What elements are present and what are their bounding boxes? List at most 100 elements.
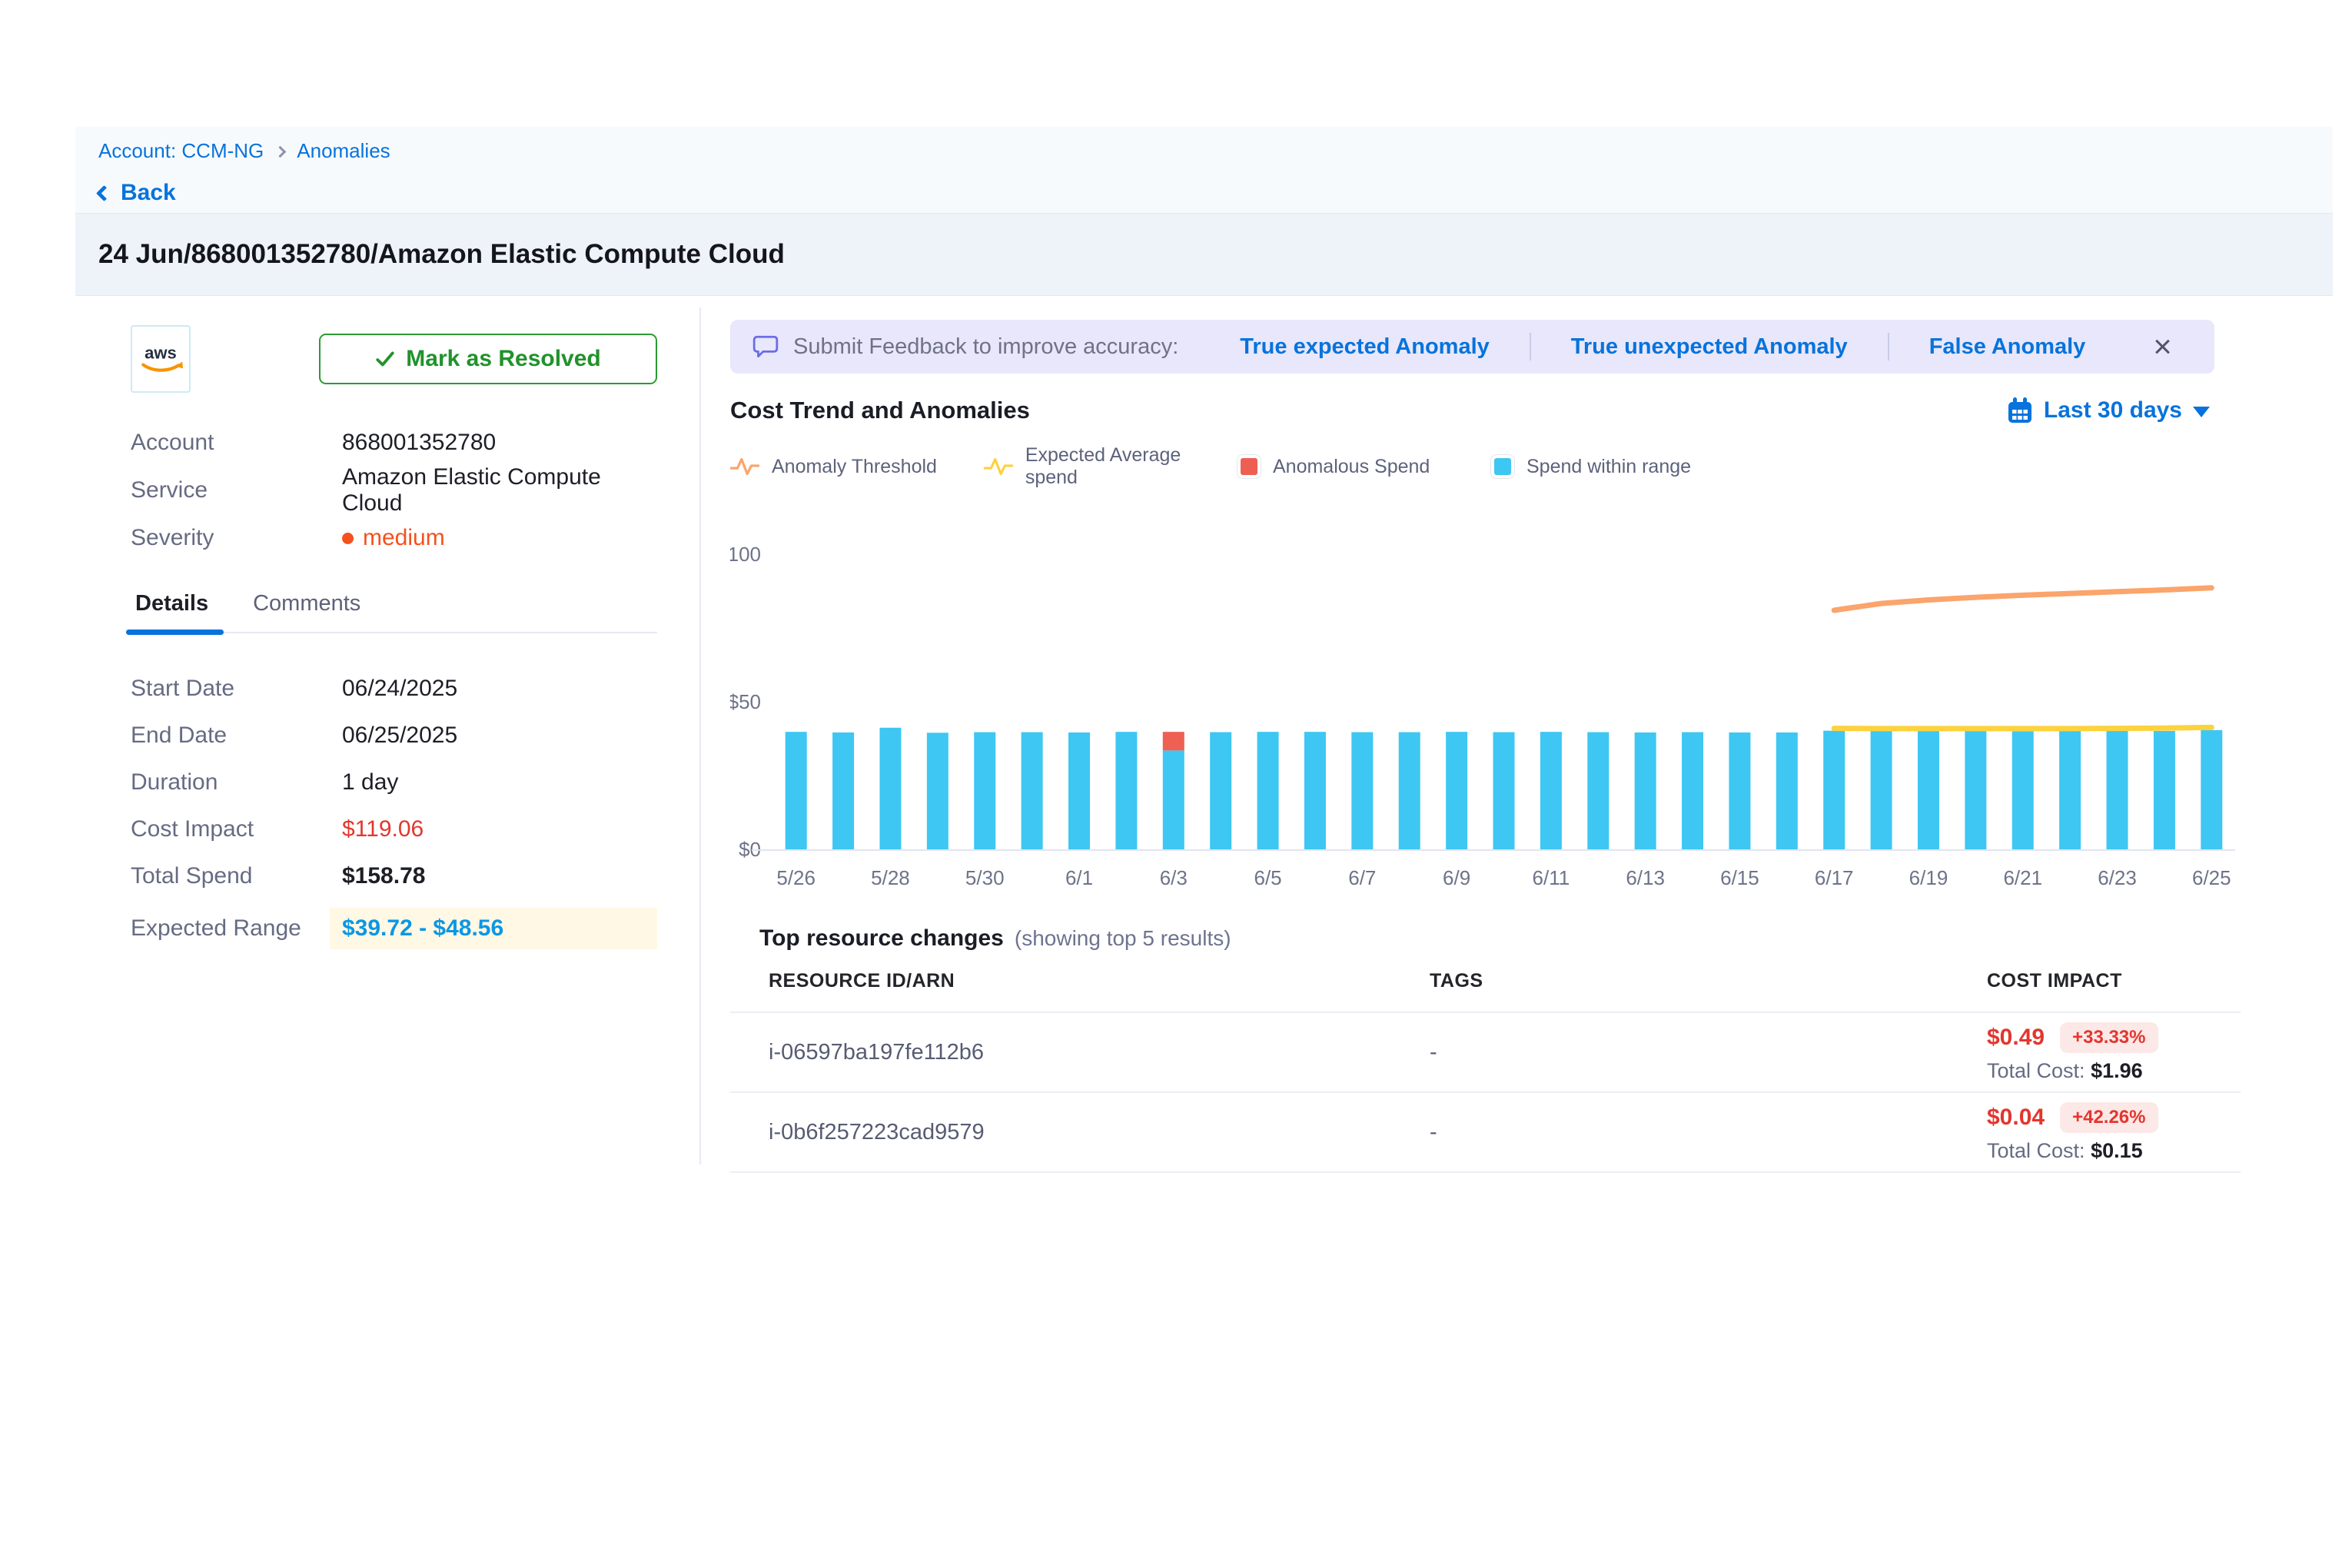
tags-value: - (1430, 1040, 1987, 1065)
svg-text:aws: aws (145, 343, 177, 362)
resource-id: i-06597ba197fe112b6 (769, 1040, 1430, 1065)
tags-value: - (1430, 1120, 1987, 1145)
date-range-label: Last 30 days (2044, 397, 2182, 424)
feedback-bar: Submit Feedback to improve accuracy: Tru… (730, 320, 2214, 374)
chart-title: Cost Trend and Anomalies (730, 397, 1030, 424)
aws-logo-icon: aws (137, 337, 184, 380)
chevron-down-icon (2193, 407, 2210, 417)
page-header: Account: CCM-NG Anomalies Back (75, 127, 2333, 213)
svg-text:6/15: 6/15 (1720, 866, 1759, 889)
back-label: Back (121, 180, 176, 206)
cost-impact-cell: $0.04 +42.26% Total Cost: $0.15 (1987, 1102, 2241, 1163)
impact-amount: $0.49 (1987, 1025, 2045, 1051)
column-header-resource: RESOURCE ID/ARN (769, 970, 1430, 992)
chart-legend: Anomaly Threshold Expected Average spend… (730, 444, 2241, 489)
breadcrumb-account-link[interactable]: Account: CCM-NG (98, 139, 264, 163)
close-icon[interactable]: × (2153, 331, 2172, 363)
svg-text:6/23: 6/23 (2098, 866, 2137, 889)
severity-dot-icon (342, 533, 354, 544)
svg-text:6/1: 6/1 (1065, 866, 1093, 889)
aws-provider-logo: aws (131, 325, 191, 393)
page-title: 24 Jun/868001352780/Amazon Elastic Compu… (98, 239, 785, 270)
top-resource-changes-section: Top resource changes (showing top 5 resu… (730, 925, 2241, 1173)
expected-range-value: $39.72 - $48.56 (330, 908, 657, 949)
svg-text:$50: $50 (730, 690, 761, 713)
tab-details[interactable]: Details (131, 591, 213, 632)
account-row: Account 868001352780 (131, 419, 657, 467)
duration-row: Duration 1 day (131, 767, 657, 798)
total-cost-value: $0.15 (2091, 1139, 2143, 1162)
tab-comments[interactable]: Comments (248, 591, 365, 632)
account-label: Account (131, 430, 342, 456)
cost-impact-cell: $0.49 +33.33% Total Cost: $1.96 (1987, 1022, 2241, 1083)
start-date-value: 06/24/2025 (342, 676, 457, 702)
back-button[interactable]: Back (98, 180, 2333, 206)
table-title: Top resource changes (759, 925, 1004, 952)
resolve-button-label: Mark as Resolved (406, 346, 600, 372)
total-cost-value: $1.96 (2091, 1059, 2143, 1082)
chart-header: Cost Trend and Anomalies Last 30 days (730, 397, 2241, 424)
severity-label: Severity (131, 525, 342, 551)
end-date-row: End Date 06/25/2025 (131, 720, 657, 751)
svg-text:6/17: 6/17 (1815, 866, 1854, 889)
table-header-row: RESOURCE ID/ARN TAGS COST IMPACT (730, 970, 2241, 1013)
service-value: Amazon Elastic Compute Cloud (342, 464, 657, 517)
svg-text:6/7: 6/7 (1348, 866, 1376, 889)
cost-impact-value: $119.06 (342, 816, 424, 842)
mark-as-resolved-button[interactable]: Mark as Resolved (319, 334, 657, 384)
anomaly-detail-page: Account: CCM-NG Anomalies Back 24 Jun/86… (0, 0, 2352, 1568)
anomaly-detail-main: Submit Feedback to improve accuracy: Tru… (730, 320, 2241, 1173)
table-subtitle: (showing top 5 results) (1015, 926, 1231, 951)
title-bar: 24 Jun/868001352780/Amazon Elastic Compu… (75, 213, 2333, 296)
expected-range-row: Expected Range $39.72 - $48.56 (131, 908, 657, 949)
service-label: Service (131, 477, 342, 503)
account-value: 868001352780 (342, 430, 496, 456)
chevron-left-icon (96, 184, 112, 201)
feedback-true-unexpected-button[interactable]: True unexpected Anomaly (1531, 334, 1888, 360)
table-row: i-06597ba197fe112b6 - $0.49 +33.33% Tota… (730, 1013, 2241, 1093)
anomaly-summary-panel: aws Mark as Resolved Account 86800135278… (75, 296, 699, 965)
resource-id: i-0b6f257223cad9579 (769, 1120, 1430, 1145)
legend-expected-average-spend[interactable]: Expected Average spend (984, 444, 1237, 489)
square-swatch-icon (1237, 455, 1261, 478)
cost-trend-chart[interactable]: $0$50$1005/265/285/306/16/36/56/76/96/11… (730, 507, 2241, 922)
svg-text:5/26: 5/26 (776, 866, 816, 889)
svg-text:6/21: 6/21 (2003, 866, 2042, 889)
chevron-right-icon (274, 146, 287, 158)
chat-bubble-icon (752, 334, 779, 360)
table-row: i-0b6f257223cad9579 - $0.04 +42.26% Tota… (730, 1093, 2241, 1173)
cost-impact-row: Cost Impact $119.06 (131, 814, 657, 845)
column-header-tags: TAGS (1430, 970, 1987, 992)
feedback-prompt: Submit Feedback to improve accuracy: (793, 334, 1178, 360)
legend-anomalous-spend[interactable]: Anomalous Spend (1237, 455, 1491, 478)
svg-text:5/30: 5/30 (965, 866, 1005, 889)
date-range-dropdown[interactable]: Last 30 days (2007, 397, 2241, 424)
panel-tabs: Details Comments (131, 591, 657, 633)
check-icon (375, 349, 395, 369)
column-header-cost-impact: COST IMPACT (1987, 970, 2241, 992)
svg-text:6/5: 6/5 (1254, 866, 1281, 889)
svg-text:$100: $100 (730, 543, 761, 566)
service-row: Service Amazon Elastic Compute Cloud (131, 467, 657, 514)
svg-text:6/13: 6/13 (1626, 866, 1665, 889)
feedback-false-anomaly-button[interactable]: False Anomaly (1889, 334, 2126, 360)
calendar-icon (2007, 397, 2033, 424)
svg-text:6/25: 6/25 (2192, 866, 2231, 889)
svg-text:6/9: 6/9 (1443, 866, 1470, 889)
breadcrumb-anomalies-link[interactable]: Anomalies (297, 139, 390, 163)
total-spend-row: Total Spend $158.78 (131, 861, 657, 892)
duration-value: 1 day (342, 769, 398, 796)
feedback-true-expected-button[interactable]: True expected Anomaly (1200, 334, 1529, 360)
start-date-row: Start Date 06/24/2025 (131, 673, 657, 704)
svg-text:5/28: 5/28 (871, 866, 910, 889)
legend-anomaly-threshold[interactable]: Anomaly Threshold (730, 456, 984, 478)
zigzag-line-icon (730, 456, 759, 477)
total-spend-value: $158.78 (342, 863, 425, 889)
square-swatch-icon (1491, 455, 1514, 478)
svg-text:6/19: 6/19 (1909, 866, 1948, 889)
legend-spend-within-range[interactable]: Spend within range (1491, 455, 1745, 478)
svg-text:6/11: 6/11 (1533, 866, 1570, 889)
svg-text:6/3: 6/3 (1160, 866, 1188, 889)
end-date-value: 06/25/2025 (342, 723, 457, 749)
zigzag-line-icon (984, 456, 1013, 477)
